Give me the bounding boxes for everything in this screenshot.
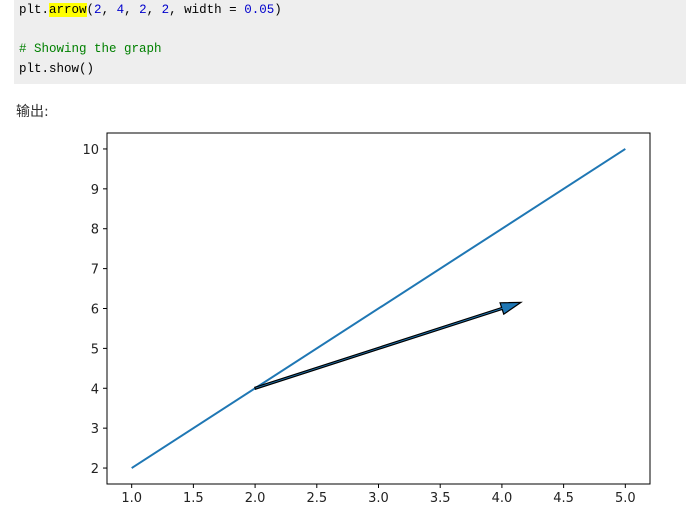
x-tick-label: 5.0 bbox=[615, 491, 636, 506]
x-tick-label: 1.0 bbox=[121, 491, 142, 506]
y-tick-label: 2 bbox=[91, 462, 99, 477]
x-tick-label: 4.5 bbox=[553, 491, 574, 506]
y-tick-label: 9 bbox=[91, 183, 99, 198]
series-line bbox=[131, 148, 626, 469]
chart: 1.0 1.5 2.0 2.5 3.0 3.5 4.0 4.5 5.0 2 3 4 5 6 7 8 9 10 bbox=[82, 132, 651, 506]
arrow-mark bbox=[254, 301, 523, 390]
y-tick-label: 5 bbox=[91, 342, 99, 357]
x-tick-label: 4.0 bbox=[492, 491, 513, 506]
y-tick-label: 3 bbox=[91, 422, 99, 437]
y-tick-label: 4 bbox=[91, 382, 99, 397]
y-tick-label: 7 bbox=[91, 263, 99, 278]
x-tick-label: 1.5 bbox=[183, 491, 204, 506]
x-tick-label: 3.5 bbox=[430, 491, 451, 506]
y-tick-label: 6 bbox=[91, 303, 99, 318]
y-tick-label: 10 bbox=[82, 143, 99, 158]
x-tick-label: 2.0 bbox=[245, 491, 266, 506]
y-tick-label: 8 bbox=[91, 223, 99, 238]
x-tick-label: 2.5 bbox=[306, 491, 327, 506]
x-tick-label: 3.0 bbox=[368, 491, 389, 506]
